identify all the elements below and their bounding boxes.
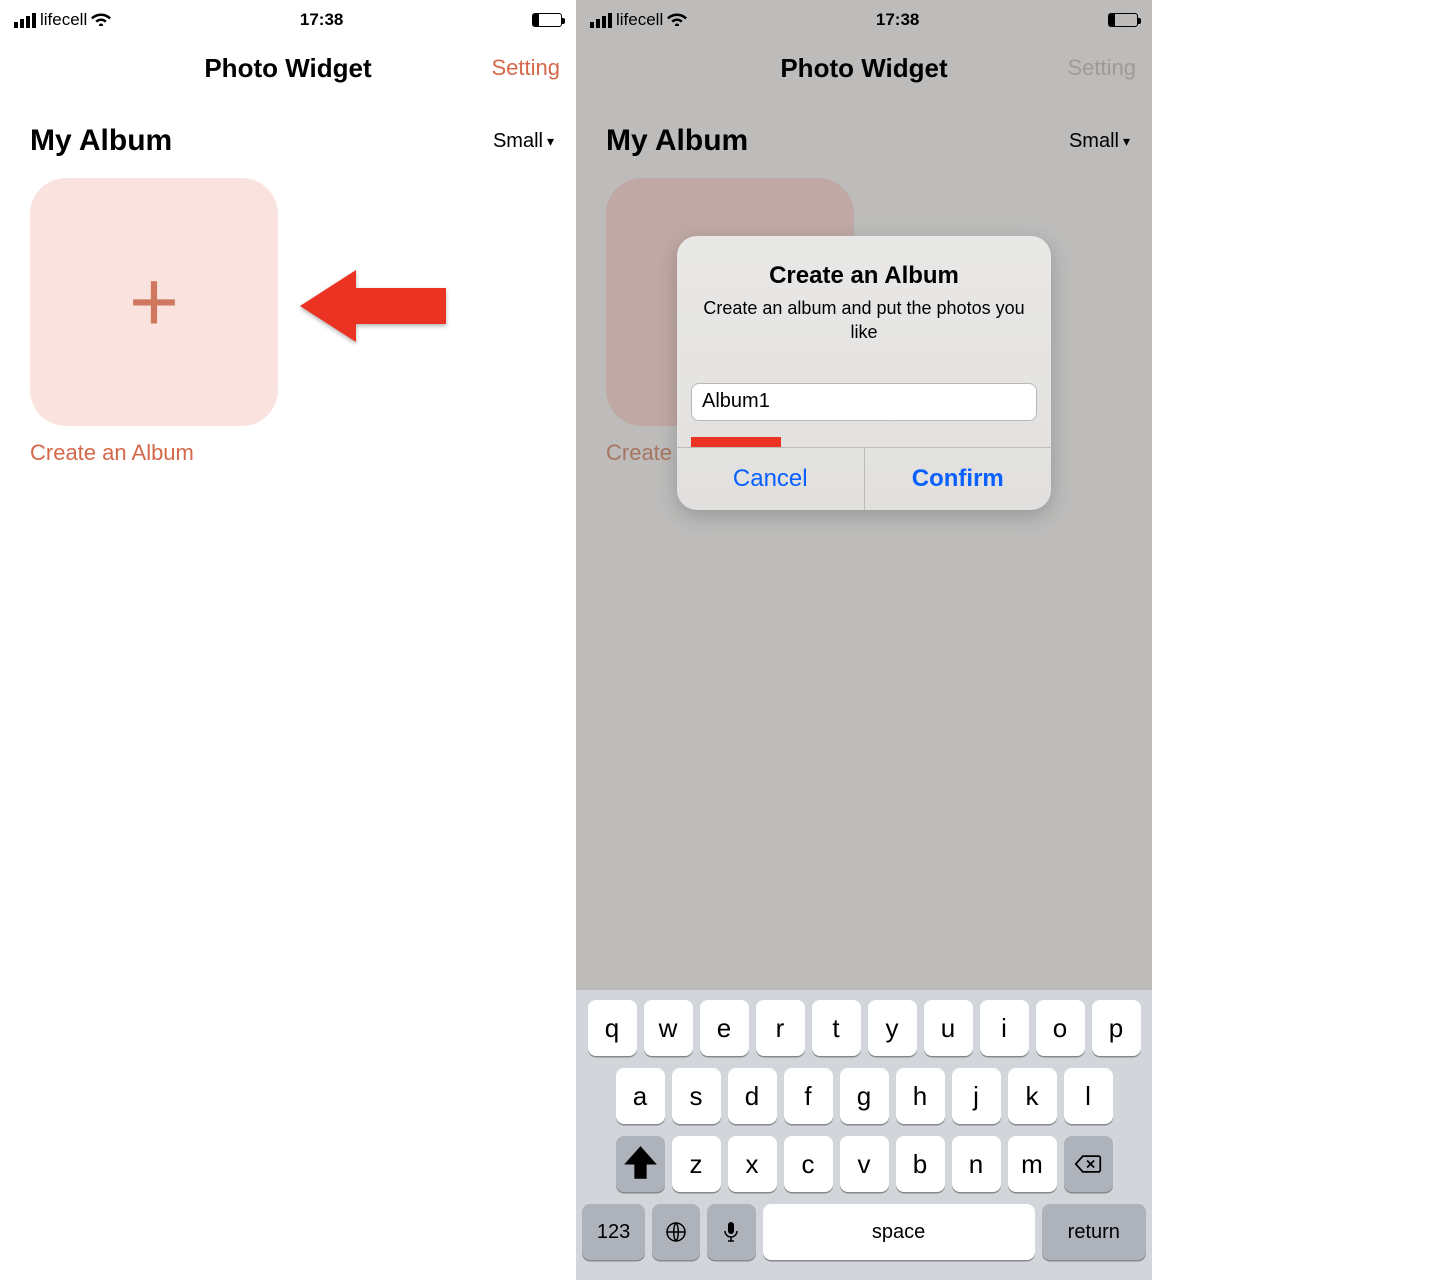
carrier-label: lifecell	[616, 10, 663, 30]
dialog-message: Create an album and put the photos you l…	[697, 296, 1031, 345]
return-key[interactable]: return	[1042, 1204, 1146, 1260]
key-z[interactable]: z	[672, 1136, 721, 1192]
signal-icon	[590, 13, 612, 28]
key-k[interactable]: k	[1008, 1068, 1057, 1124]
key-x[interactable]: x	[728, 1136, 777, 1192]
key-l[interactable]: l	[1064, 1068, 1113, 1124]
key-v[interactable]: v	[840, 1136, 889, 1192]
annotation-underline	[691, 437, 781, 447]
signal-icon	[14, 13, 36, 28]
settings-link[interactable]: Setting	[492, 55, 561, 81]
size-label: Small	[493, 130, 543, 153]
section-header: My Album Small ▾	[0, 96, 576, 170]
key-s[interactable]: s	[672, 1068, 721, 1124]
key-b[interactable]: b	[896, 1136, 945, 1192]
cancel-button[interactable]: Cancel	[677, 448, 864, 510]
key-j[interactable]: j	[952, 1068, 1001, 1124]
key-a[interactable]: a	[616, 1068, 665, 1124]
screen-right: lifecell 17:38 Photo Widget Setting My A…	[576, 0, 1152, 1280]
backspace-key[interactable]	[1064, 1136, 1113, 1192]
album-heading: My Album	[30, 124, 172, 158]
create-album-tile[interactable]: +	[30, 178, 278, 426]
size-label: Small	[1069, 130, 1119, 153]
plus-icon: +	[129, 259, 179, 345]
chevron-down-icon: ▾	[547, 133, 554, 150]
size-picker[interactable]: Small ▾	[493, 130, 554, 153]
key-q[interactable]: q	[588, 1000, 637, 1056]
battery-icon	[1108, 13, 1138, 27]
status-bar: lifecell 17:38	[576, 0, 1152, 40]
carrier-label: lifecell	[40, 10, 87, 30]
key-p[interactable]: p	[1092, 1000, 1141, 1056]
clock: 17:38	[300, 10, 343, 30]
settings-link[interactable]: Setting	[1068, 55, 1137, 81]
size-picker[interactable]: Small ▾	[1069, 130, 1130, 153]
wifi-icon	[91, 10, 111, 31]
key-o[interactable]: o	[1036, 1000, 1085, 1056]
annotation-arrow-left	[300, 270, 446, 342]
section-header: My Album Small ▾	[576, 96, 1152, 170]
nav-bar: Photo Widget Setting	[0, 40, 576, 96]
space-key[interactable]: space	[763, 1204, 1035, 1260]
dialog-title: Create an Album	[697, 262, 1031, 290]
key-r[interactable]: r	[756, 1000, 805, 1056]
album-name-input[interactable]	[691, 383, 1037, 421]
screen-left: lifecell 17:38 Photo Widget Setting My A…	[0, 0, 576, 1280]
create-album-dialog: Create an Album Create an album and put …	[677, 236, 1051, 510]
status-bar: lifecell 17:38	[0, 0, 576, 40]
key-y[interactable]: y	[868, 1000, 917, 1056]
album-heading: My Album	[606, 124, 748, 158]
key-e[interactable]: e	[700, 1000, 749, 1056]
tile-label: Create an Album	[30, 440, 576, 466]
key-h[interactable]: h	[896, 1068, 945, 1124]
keyboard-row-2: asdfghjkl	[582, 1068, 1146, 1124]
key-w[interactable]: w	[644, 1000, 693, 1056]
wifi-icon	[667, 10, 687, 31]
chevron-down-icon: ▾	[1123, 133, 1130, 150]
keyboard: qwertyuiop asdfghjkl zxcvbnm 123 space r…	[576, 990, 1152, 1280]
clock: 17:38	[876, 10, 919, 30]
key-i[interactable]: i	[980, 1000, 1029, 1056]
page-title: Photo Widget	[204, 53, 371, 84]
key-m[interactable]: m	[1008, 1136, 1057, 1192]
numbers-key[interactable]: 123	[582, 1204, 645, 1260]
mic-key[interactable]	[707, 1204, 755, 1260]
keyboard-row-1: qwertyuiop	[582, 1000, 1146, 1056]
key-u[interactable]: u	[924, 1000, 973, 1056]
shift-key[interactable]	[616, 1136, 665, 1192]
confirm-button[interactable]: Confirm	[864, 448, 1052, 510]
key-g[interactable]: g	[840, 1068, 889, 1124]
key-f[interactable]: f	[784, 1068, 833, 1124]
key-t[interactable]: t	[812, 1000, 861, 1056]
key-d[interactable]: d	[728, 1068, 777, 1124]
key-c[interactable]: c	[784, 1136, 833, 1192]
battery-icon	[532, 13, 562, 27]
nav-bar: Photo Widget Setting	[576, 40, 1152, 96]
keyboard-row-4: 123 space return	[582, 1204, 1146, 1260]
key-n[interactable]: n	[952, 1136, 1001, 1192]
keyboard-row-3: zxcvbnm	[582, 1136, 1146, 1192]
globe-key[interactable]	[652, 1204, 700, 1260]
page-title: Photo Widget	[780, 53, 947, 84]
